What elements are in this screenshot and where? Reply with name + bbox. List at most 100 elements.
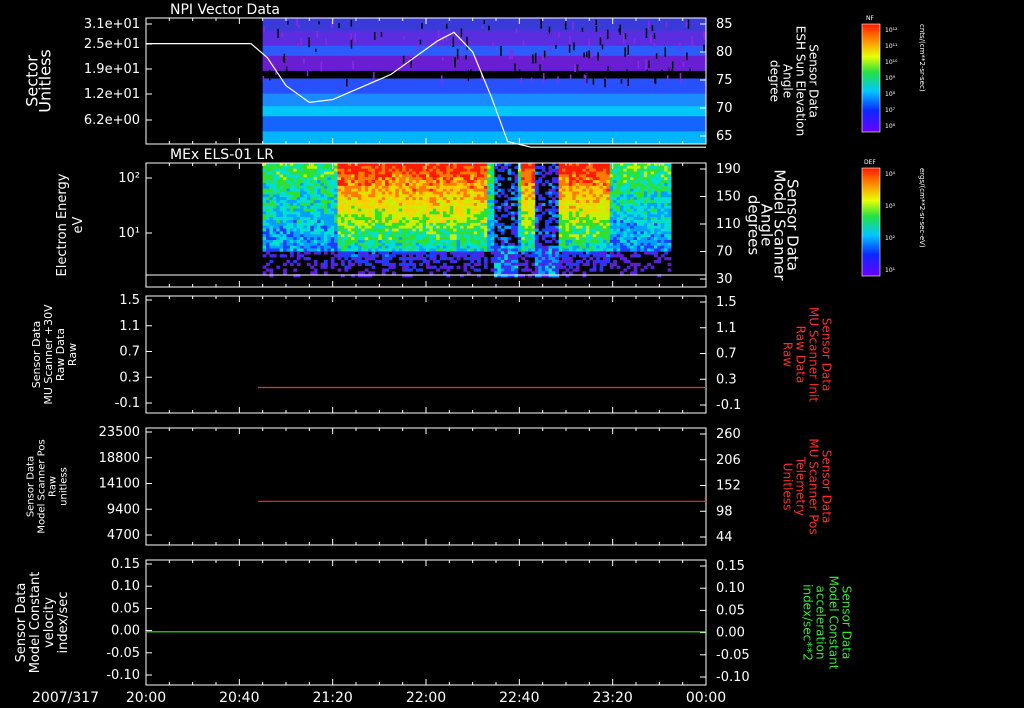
colorbar-nf-gradient	[861, 23, 881, 133]
panel-1-y-tick-label: 1.2e+01	[84, 87, 140, 102]
panel-1-right-tick-label: 80	[716, 45, 733, 60]
panel-4-y-tick-label: 4700	[107, 528, 140, 543]
panel-2-y-label: Electron EnergyeV	[55, 173, 86, 276]
panel-1: 3.1e+01 2.5e+01 1.9e+01 1.2e+01 6.2e+00 85 80 7…	[23, 2, 821, 148]
panel-5-y-tick-label: -0.05	[106, 646, 140, 661]
colorbar-tick-label: 10¹¹	[885, 43, 898, 50]
panel-2-heatmap	[146, 163, 706, 278]
panel-4-y-tick-label: 23500	[99, 425, 140, 440]
panel-2-right-tick-label: 110	[716, 217, 741, 232]
panel-3-y-tick-label: 1.5	[119, 293, 140, 308]
panel-3-right-tick-label: 1.1	[716, 321, 737, 336]
panel-4-right-tick-label: 260	[716, 427, 741, 442]
panel-5-right-tick-label: 0.00	[716, 626, 745, 641]
panel-5-right-tick-label: 0.05	[716, 603, 745, 618]
colorbar-tick-label: 10³	[885, 203, 896, 210]
x-tick-labels: 20:00 20:40 21:20 22:00 22:40 23:20 00:00	[126, 690, 726, 706]
panel-3-y-tick-label: 1.1	[119, 319, 140, 334]
panel-1-y-label: SectorUnitless	[23, 49, 55, 113]
panel-3: 1.5 1.1 0.7 0.3 -0.1 1.5 1.1 0.7 0.3 -0.1 Sensor D…	[30, 293, 834, 414]
colorbar-def: DEF 10⁴ 10³ 10² 10¹ ergs/(cm**2-sr-sec-eV)	[861, 159, 926, 277]
panel-4-y-tick-label: 9400	[107, 502, 140, 517]
panel-3-right-tick-label: 0.7	[716, 347, 737, 362]
x-tick-label: 00:00	[686, 690, 726, 706]
panel-3-right-label: Sensor DataMU Scanner InitRaw DataRaw	[781, 307, 834, 402]
colorbar-def-name: DEF	[864, 159, 876, 166]
panel-4-right-label: Sensor DataMU Scanner PosTelemetryUnitle…	[781, 438, 834, 534]
panel-4-y-tick-label: 14100	[99, 477, 140, 492]
panel-3-y-tick-label: -0.1	[115, 396, 140, 411]
x-tick-label: 21:20	[312, 690, 352, 706]
panel-4-right-tick-label: 44	[716, 530, 733, 545]
colorbar-tick-label: 10¹⁰	[885, 59, 898, 66]
date-label: 2007/317	[32, 690, 99, 706]
panel-4-y-label: Sensor DataModel Scanner PosRawunitless	[26, 439, 70, 533]
panel-3-right-tick-label: 0.3	[716, 372, 737, 387]
colorbar-tick-label: 10¹	[885, 267, 896, 274]
x-tick-label: 20:00	[126, 690, 166, 706]
panel-5-right-label: Sensor DataModel Constantaccelerationind…	[801, 576, 854, 670]
panel-1-title: NPI Vector Data	[170, 2, 280, 18]
panel-5-frame	[145, 559, 707, 686]
colorbar-def-gradient	[861, 167, 881, 277]
panel-4-right-tick-label: 98	[716, 504, 733, 519]
panel-2-title: MEx ELS-01 LR	[170, 147, 274, 163]
panel-1-right-tick-label: 65	[716, 129, 733, 144]
panel-4-x-ticks	[145, 428, 707, 545]
panel-2-right-tick-label: 70	[716, 245, 733, 260]
panel-1-right-tick-label: 85	[716, 17, 733, 32]
panel-3-y-label: Sensor DataMU Scanner +30VRaw DataRaw	[30, 304, 79, 405]
panel-5-y-tick-label: 0.10	[111, 579, 140, 594]
panel-2-right-tick-label: 150	[716, 190, 741, 205]
panel-5-y-label: Sensor DataModel Constantvelocityindex/s…	[14, 572, 71, 674]
panel-5-right-tick-label: 0.15	[716, 559, 745, 574]
panel-4-right-tick-label: 206	[716, 453, 741, 468]
panel-5-y-tick-label: 0.00	[111, 624, 140, 639]
panel-1-y-tick-label: 3.1e+01	[84, 17, 140, 32]
panel-3-frame	[145, 295, 707, 414]
panel-1-right-tick-label: 70	[716, 101, 733, 116]
panel-3-y-tick-label: 0.7	[119, 345, 140, 360]
panel-1-right-label: Sensor DataESH Sun ElevationAngledegree	[768, 26, 821, 136]
panel-4-y-tick-label: 18800	[99, 451, 140, 466]
colorbar-tick-label: 10⁷	[885, 107, 896, 114]
panel-1-right-tick-label: 75	[716, 73, 733, 88]
colorbar-tick-label: 10¹²	[885, 27, 898, 34]
panel-3-y-tick-label: 0.3	[119, 370, 140, 385]
plot-canvas: 3.1e+01 2.5e+01 1.9e+01 1.2e+01 6.2e+00 85 80 7…	[14, 2, 926, 706]
panel-1-y-tick-label: 2.5e+01	[84, 37, 140, 52]
panel-4-frame	[145, 427, 707, 546]
panel-5-right-tick-label: -0.10	[716, 670, 750, 685]
panel-5-y-tick-label: 0.05	[111, 601, 140, 616]
panel-2-y-tick-label: 10²	[118, 171, 140, 186]
panel-5-y-tick-label: -0.10	[106, 668, 140, 683]
colorbar-nf: NF 10¹² 10¹¹ 10¹⁰ 10⁹ 10⁸ 10⁷ 10⁶ cnts/(cm**2-…	[861, 15, 926, 133]
panel-5: 0.15 0.10 0.05 0.00 -0.05 -0.10 0.15 0.10 0.05 0.…	[14, 557, 854, 686]
colorbar-def-unit: ergs/(cm**2-sr-sec-eV)	[918, 168, 926, 248]
panel-2: 10² 10¹ 190 150 110 70 30 Electron EnergyeV Sens…	[55, 147, 802, 288]
panel-2-right-tick-label: 190	[716, 162, 741, 177]
panel-3-x-ticks	[145, 296, 707, 413]
panel-5-right-tick-label: 0.10	[716, 581, 745, 596]
colorbar-tick-label: 10⁹	[885, 75, 896, 82]
colorbar-tick-label: 10⁸	[885, 91, 896, 98]
x-tick-label: 22:40	[499, 690, 539, 706]
panel-4-right-tick-label: 152	[716, 479, 741, 494]
panel-5-y-tick-label: 0.15	[111, 557, 140, 572]
panel-2-plot-area	[146, 163, 706, 278]
colorbar-nf-name: NF	[866, 15, 874, 22]
x-tick-label: 23:20	[592, 690, 632, 706]
panel-5-right-tick-label: -0.05	[716, 648, 750, 663]
panel-3-right-tick-label: -0.1	[716, 398, 741, 413]
colorbar-tick-label: 10⁴	[885, 171, 896, 178]
panel-3-right-tick-label: 1.5	[716, 295, 737, 310]
colorbar-tick-label: 10⁶	[885, 123, 896, 130]
panel-2-y-tick-label: 10¹	[118, 226, 140, 241]
panel-2-right-tick-label: 30	[716, 272, 733, 287]
panel-1-y-tick-label: 1.9e+01	[84, 62, 140, 77]
panel-5-x-ticks	[145, 560, 707, 685]
x-tick-label: 22:00	[406, 690, 446, 706]
colorbar-tick-label: 10²	[885, 235, 896, 242]
panel-2-right-label: Sensor DataModel ScannerAngledegrees	[745, 169, 802, 281]
panel-4: 23500 18800 14100 9400 4700 260 206 152 98 44 Sens…	[26, 425, 834, 546]
